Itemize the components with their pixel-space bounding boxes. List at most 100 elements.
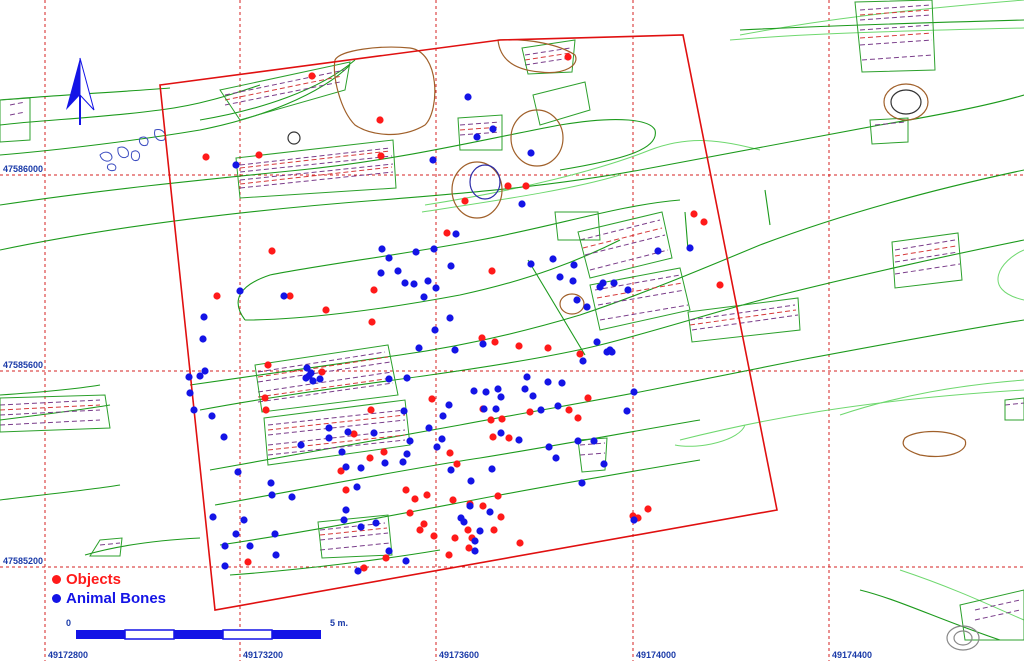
animal-bone-marker: [446, 314, 454, 322]
object-find-marker: [308, 72, 316, 80]
animal-bone-marker: [467, 477, 475, 485]
animal-bone-marker: [544, 378, 552, 386]
animal-bone-marker: [527, 149, 535, 157]
scale-start-label: 0: [66, 618, 72, 628]
animal-bone-marker: [240, 516, 248, 524]
animal-bone-marker: [476, 527, 484, 535]
animal-bone-marker: [357, 523, 365, 531]
object-find-marker: [488, 267, 496, 275]
object-find-marker: [489, 433, 497, 441]
rock-features: [99, 129, 166, 172]
animal-bone-marker: [236, 287, 244, 295]
animal-bone-marker: [353, 483, 361, 491]
animal-bone-marker: [429, 156, 437, 164]
grid-label-x: 49174400: [832, 650, 873, 660]
object-find-marker: [564, 53, 572, 61]
object-find-marker: [700, 218, 708, 226]
animal-bone-marker: [471, 547, 479, 555]
animal-bone-marker: [596, 283, 604, 291]
animal-bone-marker: [438, 435, 446, 443]
object-find-marker: [264, 361, 272, 369]
animal-bone-marker: [623, 407, 631, 415]
object-find-marker: [504, 182, 512, 190]
object-find-marker: [411, 495, 419, 503]
scale-bar: [76, 629, 321, 640]
animal-bone-marker: [439, 412, 447, 420]
object-find-marker: [494, 492, 502, 500]
animal-bone-marker: [354, 567, 362, 575]
animal-bone-marker: [399, 458, 407, 466]
object-find-marker: [464, 526, 472, 534]
object-find-marker: [491, 338, 499, 346]
animal-bone-marker: [573, 296, 581, 304]
animal-bone-marker: [578, 479, 586, 487]
animal-bone-marker: [232, 530, 240, 538]
animal-bone-marker: [549, 255, 557, 263]
object-find-marker: [322, 306, 330, 314]
object-find-marker: [402, 486, 410, 494]
grid-label-y: 47585200: [3, 556, 44, 566]
animal-bone-marker: [583, 303, 591, 311]
animal-bone-marker: [190, 406, 198, 414]
animal-bone-marker: [208, 412, 216, 420]
animal-bone-marker: [309, 377, 317, 385]
animal-bone-marker: [497, 393, 505, 401]
animal-bone-marker: [552, 454, 560, 462]
object-find-marker: [487, 416, 495, 424]
animal-bone-marker: [686, 244, 694, 252]
animal-bone-marker: [574, 437, 582, 445]
animal-bone-marker: [515, 436, 523, 444]
animal-bone-marker: [447, 466, 455, 474]
object-find-marker: [368, 318, 376, 326]
object-find-marker: [584, 394, 592, 402]
animal-bone-marker: [558, 379, 566, 387]
animal-bone-marker: [630, 388, 638, 396]
legend-objects: Objects: [52, 571, 121, 588]
animal-bone-marker: [471, 537, 479, 545]
animal-bone-marker: [518, 200, 526, 208]
objects-marker-icon: [52, 574, 61, 584]
animal-bone-marker: [316, 375, 324, 383]
animal-bone-marker: [232, 161, 240, 169]
object-find-marker: [526, 408, 534, 416]
animal-bone-marker: [385, 375, 393, 383]
object-find-marker: [428, 395, 436, 403]
object-find-marker: [268, 247, 276, 255]
object-find-marker: [376, 116, 384, 124]
animal-bone-marker: [288, 493, 296, 501]
object-find-marker: [446, 449, 454, 457]
north-arrow-icon: [66, 57, 95, 125]
object-find-marker: [443, 229, 451, 237]
animal-bone-marker: [342, 506, 350, 514]
animal-bone-marker: [430, 245, 438, 253]
animal-bone-marker: [431, 326, 439, 334]
object-find-marker: [366, 454, 374, 462]
animal-bone-marker: [432, 284, 440, 292]
animal-bone-marker: [268, 491, 276, 499]
animal-bone-marker: [579, 357, 587, 365]
grid-label-y: 47585600: [3, 360, 44, 370]
animal-bone-marker: [402, 557, 410, 565]
animal-bone-marker: [234, 468, 242, 476]
animal-bone-marker: [470, 387, 478, 395]
animal-bone-marker: [425, 424, 433, 432]
object-find-marker: [565, 406, 573, 414]
animal-bone-marker: [445, 401, 453, 409]
animal-bone-marker: [377, 269, 385, 277]
animal-bone-marker: [447, 262, 455, 270]
animal-bone-marker: [451, 346, 459, 354]
object-find-marker: [202, 153, 210, 161]
animal-bone-marker: [545, 443, 553, 451]
animal-bone-marker: [654, 247, 662, 255]
animal-bone-marker: [457, 514, 465, 522]
object-find-marker: [516, 539, 524, 547]
legend-animal-bones: Animal Bones: [52, 590, 166, 607]
object-find-marker: [690, 210, 698, 218]
object-find-marker: [420, 520, 428, 528]
animal-bone-marker: [401, 279, 409, 287]
animal-bone-marker: [610, 279, 618, 287]
object-find-marker: [380, 448, 388, 456]
animal-bone-marker: [340, 516, 348, 524]
animal-bones-layer: [185, 93, 694, 575]
animal-bone-marker: [424, 277, 432, 285]
